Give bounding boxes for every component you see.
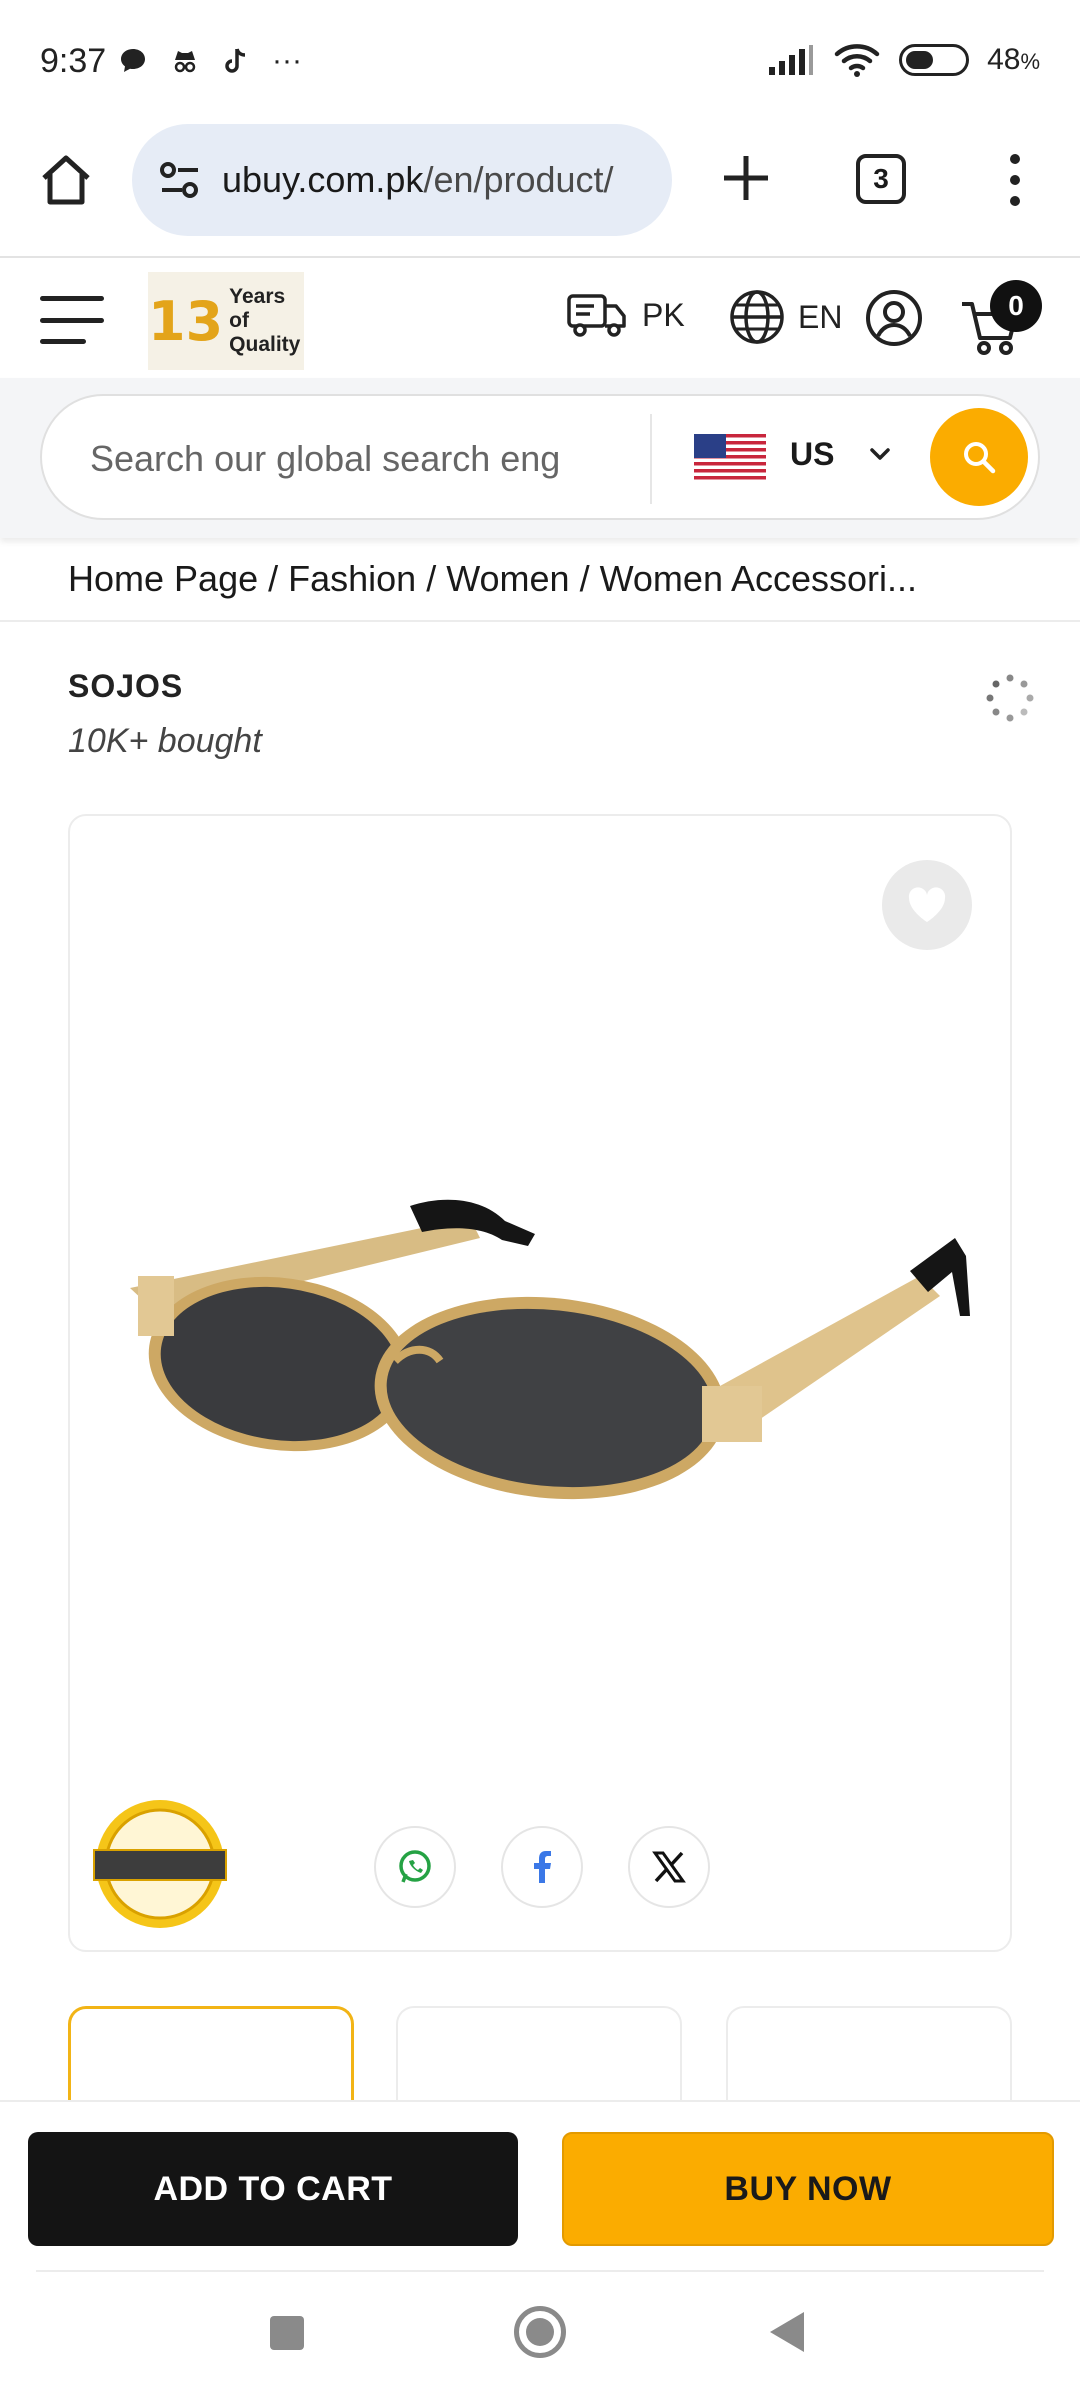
truck-icon xyxy=(567,294,626,337)
new-tab-button[interactable] xyxy=(716,148,776,208)
search-divider xyxy=(650,414,652,504)
search-icon xyxy=(964,442,996,474)
search-box: US xyxy=(40,394,1040,520)
address-bar[interactable]: ubuy.com.pk/en/product/ xyxy=(132,124,672,236)
language-code: EN xyxy=(798,298,843,335)
logo-number: 13 xyxy=(148,289,224,353)
x-icon xyxy=(652,1851,686,1883)
loading-spinner-icon xyxy=(986,674,1034,722)
add-to-cart-button[interactable]: ADD TO CART xyxy=(28,2132,518,2246)
more-notifications: ··· xyxy=(272,44,302,77)
status-time: 9:37 xyxy=(40,42,107,80)
sunglasses-image xyxy=(130,1199,970,1500)
browser-toolbar: ubuy.com.pk/en/product/ 3 xyxy=(0,120,1080,258)
tiktok-icon xyxy=(225,48,246,73)
back-button[interactable] xyxy=(770,2312,804,2352)
site-header: 13 Years of Quality PK EN 0 xyxy=(0,260,1080,378)
search-input[interactable] xyxy=(90,432,660,486)
home-button[interactable] xyxy=(36,150,96,210)
globe-icon xyxy=(730,290,784,344)
purchase-action-bar: ADD TO CART BUY NOW xyxy=(0,2100,1080,2272)
facebook-icon xyxy=(534,1851,551,1883)
system-navigation-bar xyxy=(0,2272,1080,2400)
product-brand[interactable]: SOJOS xyxy=(68,668,183,705)
language-selector[interactable]: EN xyxy=(728,288,842,346)
browser-menu-button[interactable] xyxy=(1000,150,1030,210)
genuine-badge-icon xyxy=(93,1800,227,1928)
signal-icon xyxy=(769,45,814,75)
account-icon[interactable] xyxy=(864,288,924,348)
url-text[interactable]: ubuy.com.pk/en/product/ xyxy=(222,159,614,201)
country-selector[interactable]: US xyxy=(790,436,834,473)
ship-to-selector[interactable]: PK xyxy=(566,290,685,340)
heart-icon xyxy=(908,887,946,922)
incognito-icon xyxy=(174,51,196,73)
product-image-card[interactable] xyxy=(68,814,1012,1952)
chevron-down-icon[interactable] xyxy=(862,436,898,472)
ship-to-code: PK xyxy=(642,296,685,333)
divider xyxy=(0,620,1080,622)
cart-button[interactable]: 0 xyxy=(960,280,1042,360)
site-settings-icon[interactable] xyxy=(156,156,204,204)
wifi-icon xyxy=(834,44,880,77)
chat-bubble-icon xyxy=(121,49,145,72)
logo-text: Years of Quality xyxy=(229,285,301,356)
breadcrumb[interactable]: Home Page / Fashion / Women / Women Acce… xyxy=(68,556,1018,602)
tab-switcher-button[interactable]: 3 xyxy=(856,154,906,204)
cart-count-badge: 0 xyxy=(990,280,1042,332)
search-button[interactable] xyxy=(930,408,1028,506)
status-bar: 9:37 ··· 48% xyxy=(0,0,1080,120)
share-facebook-button[interactable] xyxy=(501,1826,583,1908)
bought-count: 10K+ bought xyxy=(68,722,262,760)
recents-button[interactable] xyxy=(270,2316,304,2350)
home-nav-button[interactable] xyxy=(514,2306,566,2358)
buy-now-button[interactable]: BUY NOW xyxy=(562,2132,1054,2246)
search-bar-section: US xyxy=(0,378,1080,538)
us-flag-icon[interactable] xyxy=(694,434,766,480)
site-logo[interactable]: 13 Years of Quality xyxy=(148,272,304,370)
notification-icons: ··· xyxy=(118,44,302,78)
whatsapp-icon xyxy=(399,1850,431,1883)
system-status: 48% xyxy=(767,42,1040,78)
battery-icon xyxy=(899,44,970,76)
share-x-button[interactable] xyxy=(628,1826,710,1908)
battery-level: 48% xyxy=(987,43,1040,76)
wishlist-button[interactable] xyxy=(882,860,972,950)
menu-icon[interactable] xyxy=(40,296,104,344)
share-whatsapp-button[interactable] xyxy=(374,1826,456,1908)
